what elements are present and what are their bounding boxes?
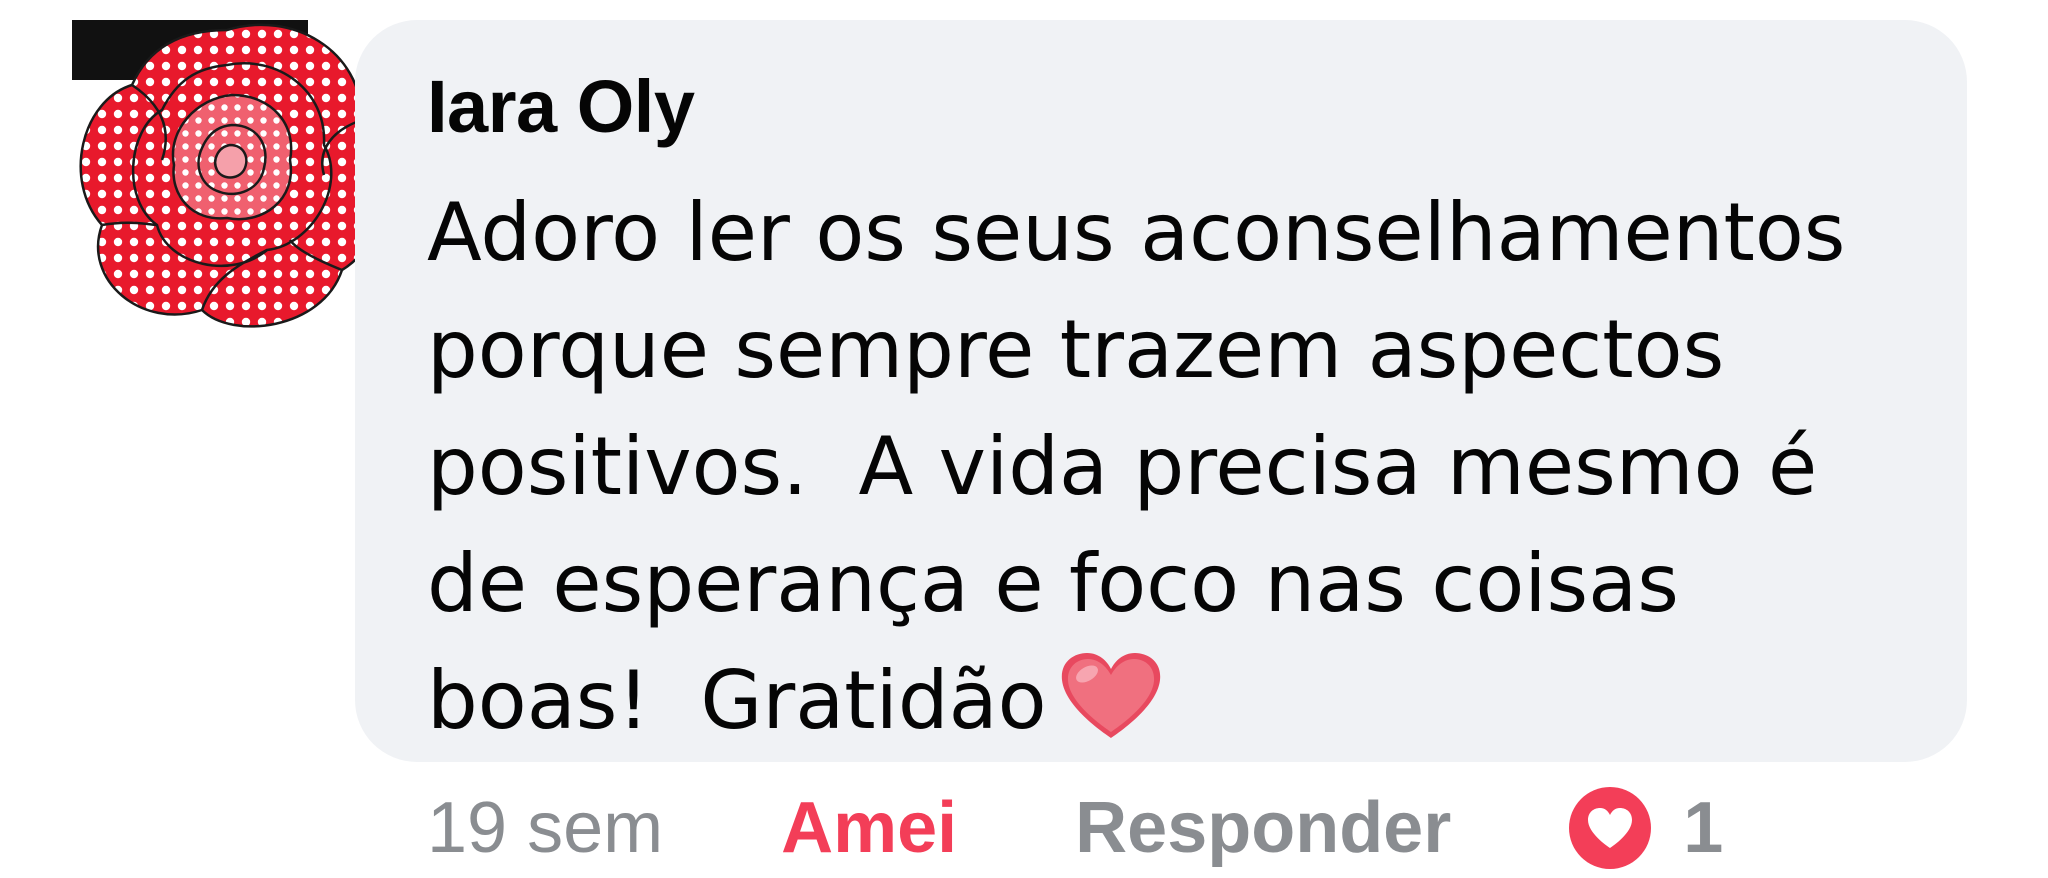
love-reaction-icon [1569, 787, 1652, 869]
red-rose-avatar-icon [72, 20, 388, 328]
reaction-summary[interactable]: 1 [1569, 787, 1723, 869]
comment-card: Iara Oly Adoro ler os seus aconselhament… [0, 0, 2048, 878]
comment-timestamp[interactable]: 19 sem [427, 792, 663, 864]
comment-author[interactable]: Iara Oly [427, 70, 695, 144]
comment-actions: 19 sem Amei Responder 1 [427, 787, 1723, 869]
heart-emoji-icon [1057, 650, 1165, 742]
react-button[interactable]: Amei [781, 792, 957, 864]
reply-button[interactable]: Responder [1075, 792, 1451, 864]
comment-bubble: Iara Oly Adoro ler os seus aconselhament… [355, 20, 1967, 762]
avatar[interactable] [62, 10, 392, 340]
comment-body: Adoro ler os seus aconselhamentos porque… [427, 174, 1947, 759]
reaction-count: 1 [1683, 788, 1724, 868]
